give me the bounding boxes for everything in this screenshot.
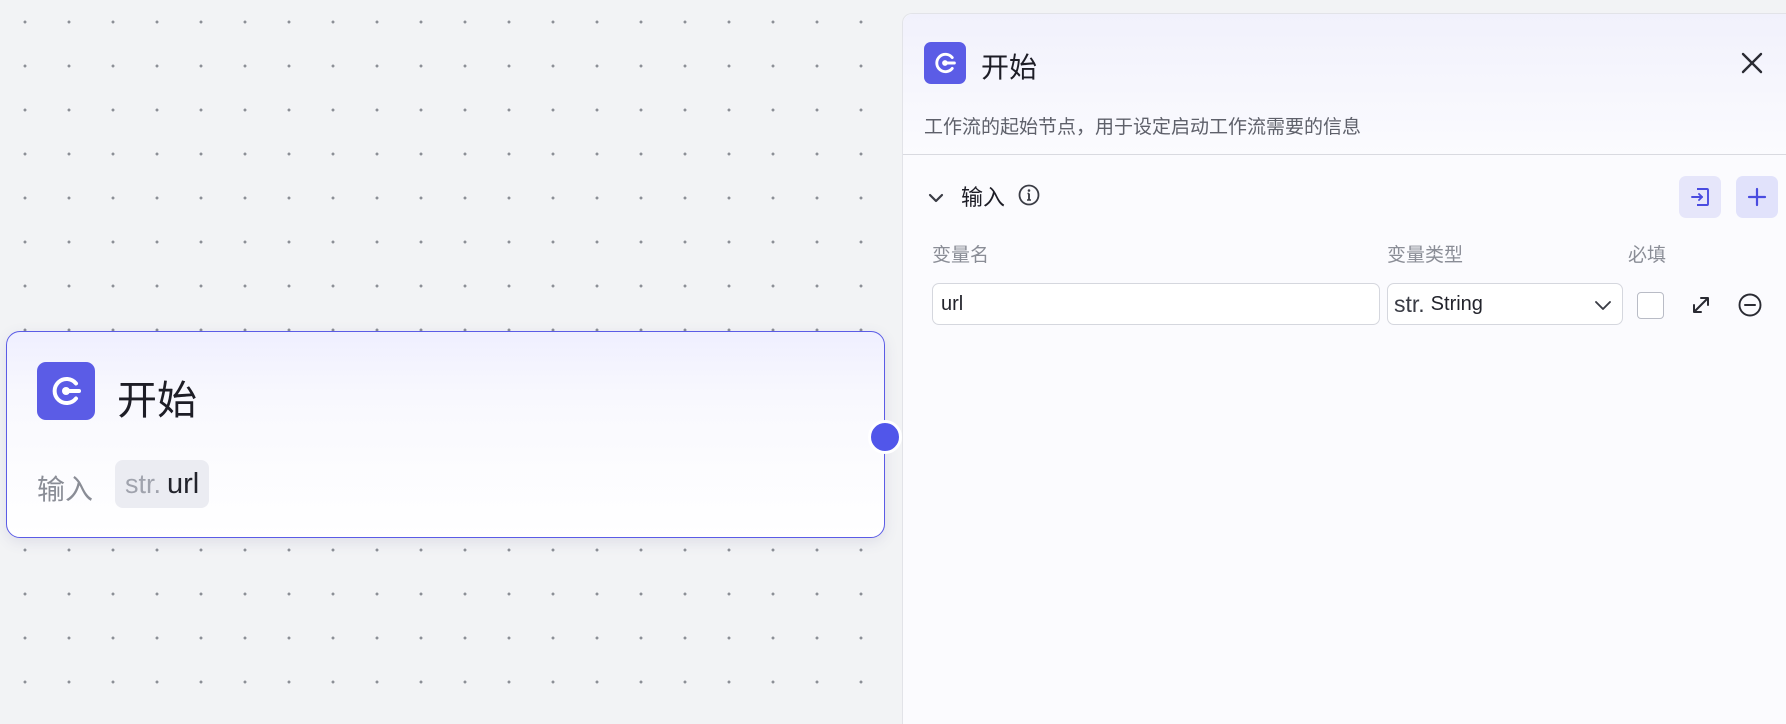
close-icon[interactable] — [1739, 50, 1765, 76]
chevron-down-icon — [1595, 301, 1611, 310]
column-header-required: 必填 — [1628, 244, 1667, 266]
panel-divider — [903, 154, 1786, 155]
section-title-input: 输入 — [961, 186, 1006, 211]
import-button[interactable] — [1679, 176, 1721, 218]
node-variable-chip: str. url — [115, 460, 210, 508]
variable-name: url — [167, 467, 200, 500]
panel-title: 开始 — [981, 51, 1038, 84]
add-variable-button[interactable] — [1736, 176, 1778, 218]
node-input-label: 输入 — [37, 473, 94, 506]
import-icon — [1691, 188, 1709, 206]
variable-type-abbr: str. — [125, 468, 162, 499]
node-output-handle[interactable] — [868, 420, 902, 454]
type-prefix: str. — [1394, 290, 1425, 317]
chevron-down-icon[interactable] — [924, 186, 948, 210]
start-node[interactable]: 开始 输入 str. url — [6, 331, 885, 538]
node-config-panel: 开始 工作流的起始节点，用于设定启动工作流需要的信息 输入 变量名 变量类型 必… — [902, 13, 1786, 724]
column-header-name: 变量名 — [932, 244, 990, 266]
variable-name-input[interactable]: url — [932, 283, 1380, 325]
start-node-icon — [924, 42, 966, 84]
required-checkbox[interactable] — [1637, 292, 1664, 319]
expand-icon[interactable] — [1688, 292, 1714, 318]
info-icon[interactable] — [1017, 183, 1041, 207]
variable-type-select[interactable]: str. String — [1387, 283, 1623, 325]
plus-icon — [1747, 187, 1767, 207]
type-value: String — [1430, 292, 1483, 315]
panel-description: 工作流的起始节点，用于设定启动工作流需要的信息 — [924, 116, 1362, 138]
start-node-icon — [37, 362, 95, 420]
column-header-type: 变量类型 — [1387, 244, 1464, 266]
node-title: 开始 — [117, 378, 197, 424]
minus-circle-icon[interactable] — [1736, 291, 1764, 319]
